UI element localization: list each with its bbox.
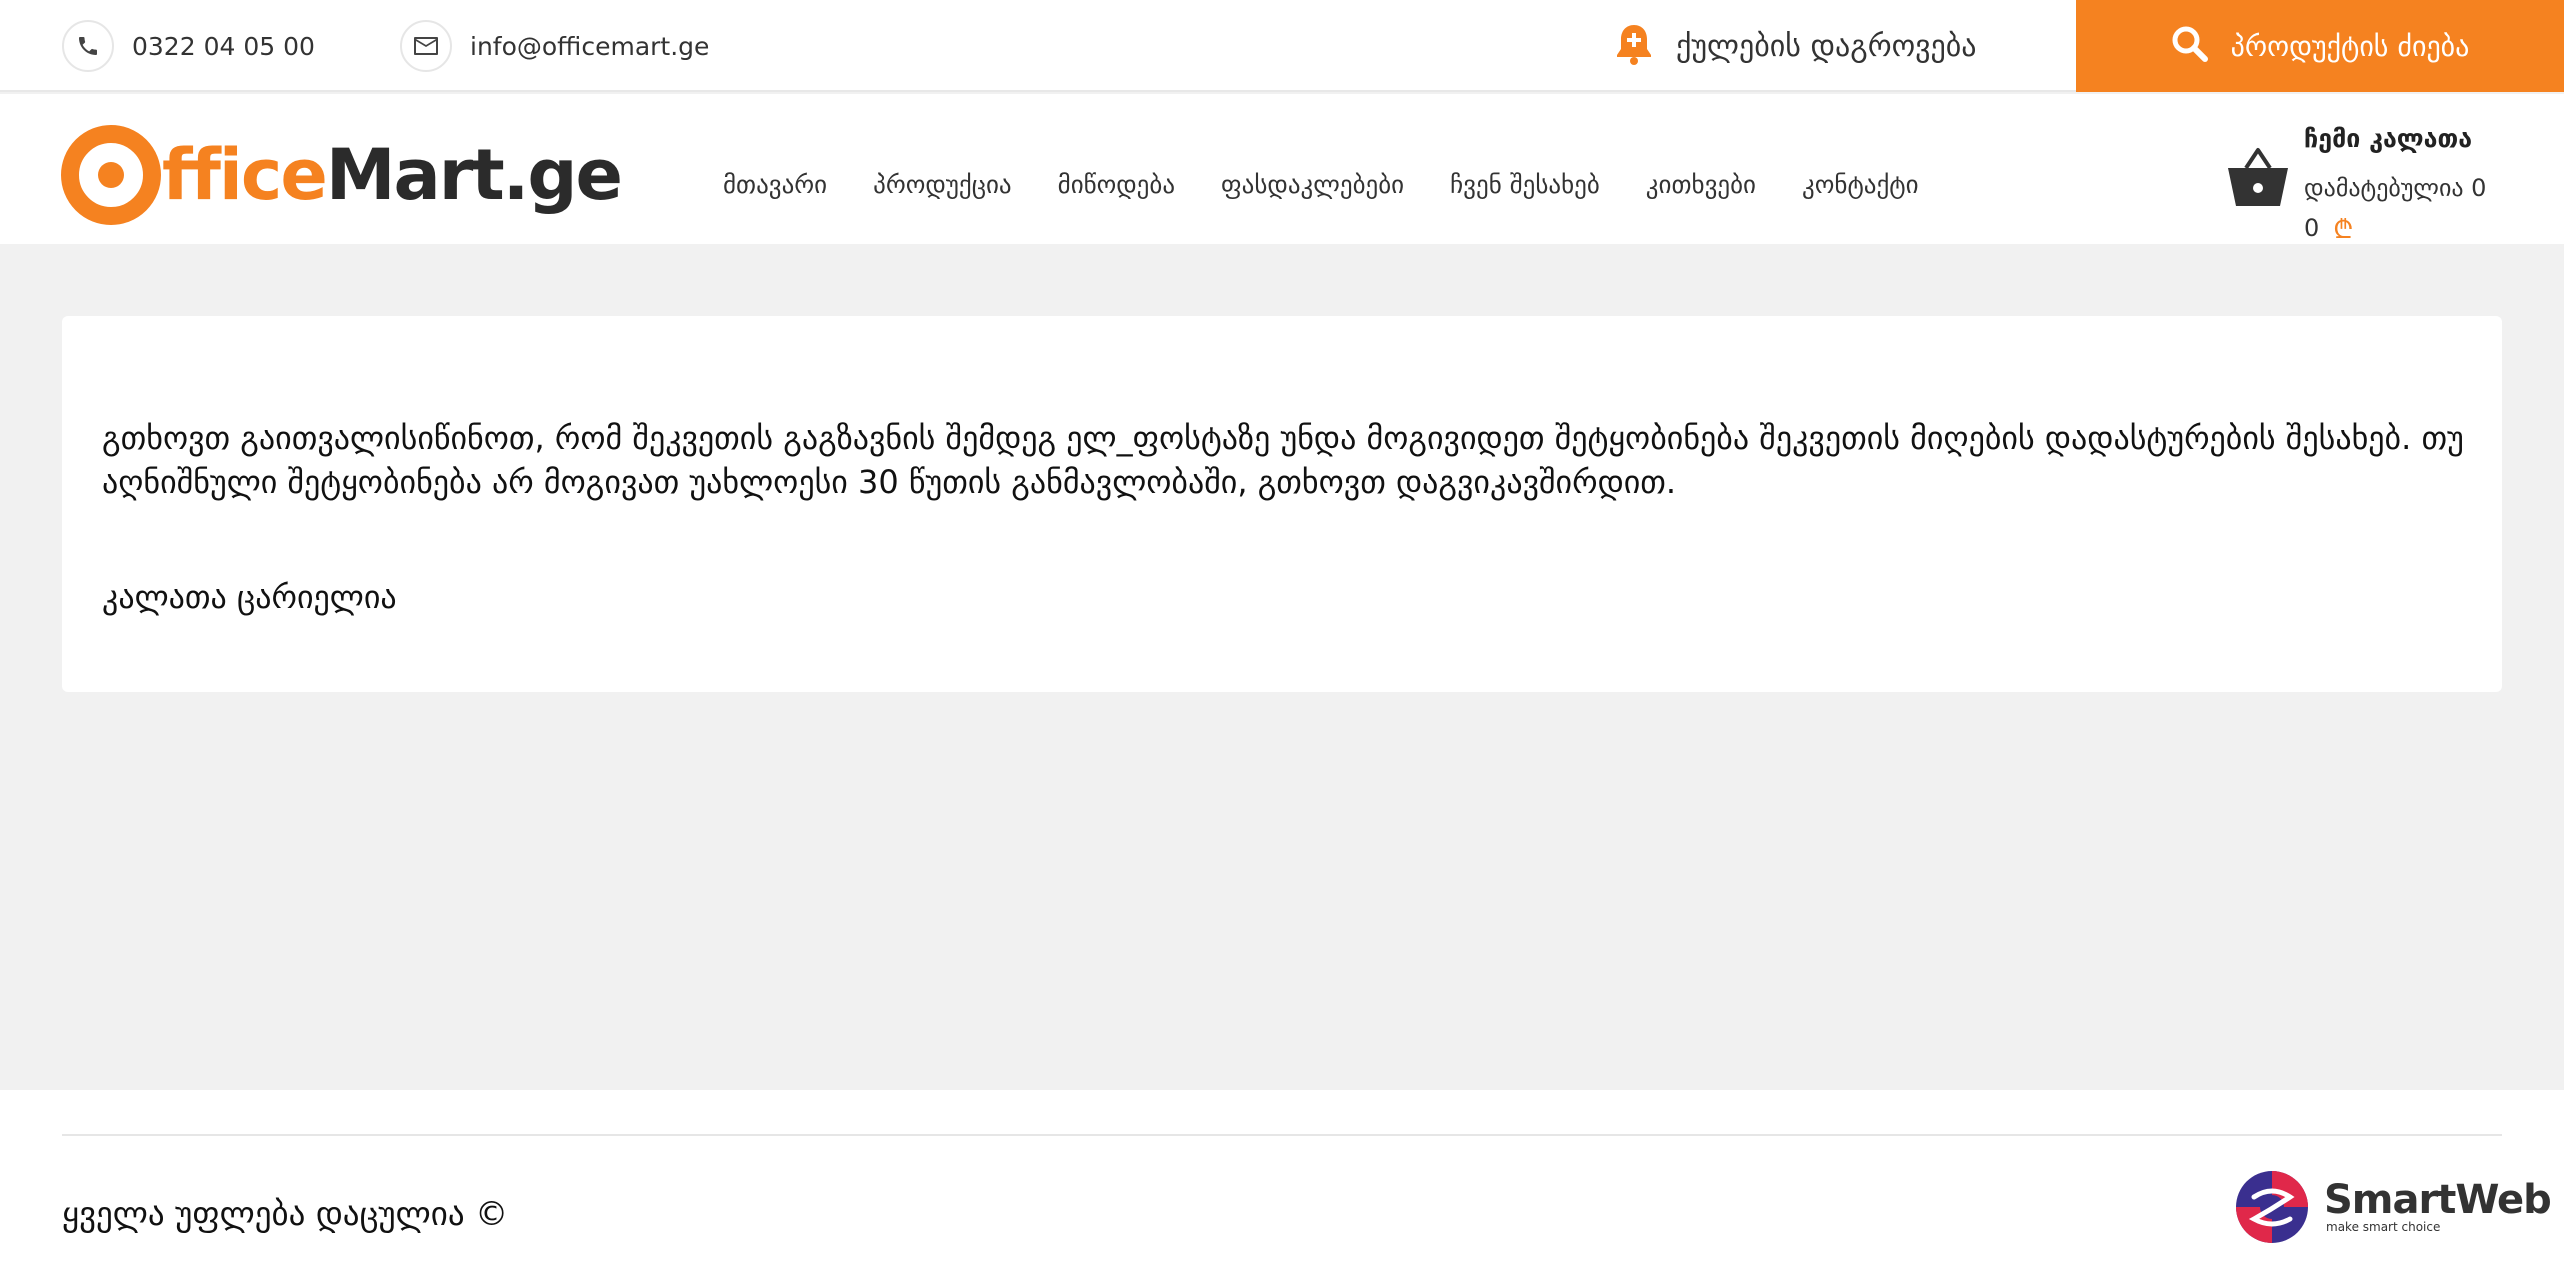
smartweb-logo-icon — [2236, 1171, 2308, 1243]
basket-icon — [2226, 146, 2290, 212]
cart-item-count: დამატებულია 0 — [2304, 174, 2487, 202]
cart-widget[interactable]: ჩემი კალათა დამატებულია 0 0 ₾ — [2226, 124, 2546, 245]
cart-total: 0 ₾ — [2304, 210, 2353, 246]
bonus-label: ქულების დაგროვება — [1676, 28, 1977, 64]
empty-cart-message: კალათა ცარიელია — [102, 578, 397, 616]
footer-divider — [62, 1134, 2502, 1136]
copyright-text: ყველა უფლება დაცულია © — [62, 1194, 509, 1233]
phone-icon — [62, 20, 114, 72]
bell-plus-icon — [1614, 22, 1654, 70]
nav-item-faq[interactable]: კითხვები — [1646, 170, 1756, 199]
search-label: პროდუქტის ძიება — [2230, 29, 2470, 63]
developer-logo[interactable]: SmartWeb make smart choice — [2232, 1166, 2552, 1248]
developer-name: SmartWeb — [2324, 1177, 2552, 1223]
email-contact[interactable]: info@officemart.ge — [400, 20, 709, 72]
nav-item-about[interactable]: ჩვენ შესახებ — [1450, 170, 1600, 199]
email-address: info@officemart.ge — [470, 31, 710, 61]
nav-item-products[interactable]: პროდუქცია — [873, 170, 1012, 199]
logo-o-icon — [61, 125, 161, 225]
order-notice: გთხოვთ გაითვალისიწინოთ, რომ შეკვეთის გაგ… — [102, 419, 2464, 501]
product-search-button[interactable]: პროდუქტის ძიება — [2076, 0, 2564, 92]
developer-brand: SmartWeb make smart choice — [2324, 1177, 2552, 1234]
search-icon — [2171, 25, 2209, 67]
top-bar: 0322 04 05 00 info@officemart.ge ქულების… — [0, 0, 2564, 92]
main-header: fficeMart.ge მთავარი პროდუქცია მიწოდება … — [0, 94, 2564, 245]
site-logo[interactable]: fficeMart.ge — [60, 124, 623, 226]
phone-contact[interactable]: 0322 04 05 00 — [62, 20, 315, 72]
cart-total-value: 0 — [2304, 214, 2320, 242]
nav-item-discounts[interactable]: ფასდაკლებები — [1221, 170, 1404, 199]
bonus-points-link[interactable]: ქულების დაგროვება — [1614, 18, 1977, 74]
phone-number: 0322 04 05 00 — [132, 31, 315, 61]
nav-item-delivery[interactable]: მიწოდება — [1058, 170, 1175, 199]
main-nav: მთავარი პროდუქცია მიწოდება ფასდაკლებები … — [700, 170, 1942, 199]
site-footer: ყველა უფლება დაცულია © SmartWeb make sma… — [0, 1090, 2564, 1286]
nav-item-home[interactable]: მთავარი — [723, 170, 827, 199]
logo-text: fficeMart.ge — [162, 134, 623, 216]
cart-content-card: გთხოვთ გაითვალისიწინოთ, რომ შეკვეთის გაგ… — [62, 316, 2502, 692]
lari-icon: ₾ — [2333, 215, 2354, 245]
cart-title: ჩემი კალათა — [2304, 124, 2473, 153]
envelope-icon — [400, 20, 452, 72]
nav-item-contact[interactable]: კონტაქტი — [1802, 170, 1919, 199]
